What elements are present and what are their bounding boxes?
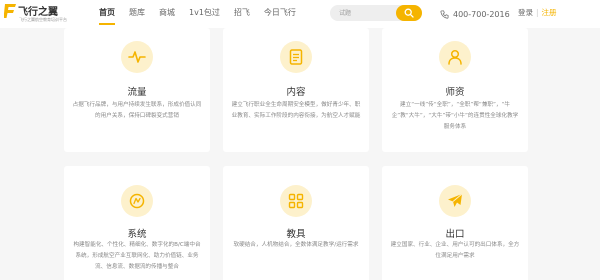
- icon-circle: [121, 41, 153, 73]
- login-link[interactable]: 登录: [518, 8, 533, 17]
- card-description: 建立国家、行业、企业、用户认可的出口体系，全方位满足用户需求: [390, 242, 520, 259]
- card-title: 教具: [286, 229, 306, 240]
- feature-card-teachers: 师资 建立“一线”传“全职”，“全职”帮“兼职”，“牛企”教“大牛”，“大牛”带…: [382, 28, 528, 152]
- icon-circle: [121, 185, 153, 217]
- search-box[interactable]: 试题: [330, 5, 422, 21]
- card-title: 系统: [127, 229, 147, 240]
- auth-separator: |: [536, 8, 539, 17]
- card-title: 流量: [127, 87, 147, 98]
- card-description: 建立飞行职业全生命周期安全模型，做好青少年、职业教育、实际工作阶段的内容衔接，为…: [231, 102, 361, 119]
- system-icon: [129, 193, 145, 209]
- search-icon: [404, 8, 414, 18]
- card-description: 建立“一线”传“全职”，“全职”帮“兼职”，“牛企”教“大牛”，“大牛”带“小牛…: [391, 102, 519, 130]
- feature-card-traffic: 流量 占据飞行品牌，与用户持续发生联系，形成价值认同的用户关系，保持口碑裂变式营…: [64, 28, 210, 152]
- nav-item-1v1[interactable]: 1v1包过: [182, 0, 227, 28]
- auth-links: 登录 | 注册: [518, 7, 557, 18]
- register-link[interactable]: 注册: [542, 8, 557, 17]
- nav-item-recruit[interactable]: 招飞: [227, 0, 257, 28]
- phone-number: 400-700-2016: [453, 9, 510, 19]
- feature-card-outlet: 出口 建立国家、行业、企业、用户认可的出口体系，全方位满足用户需求: [382, 166, 528, 280]
- grid-icon: [288, 193, 304, 209]
- logo-mark-icon: [4, 4, 16, 18]
- feature-card-content: 内容 建立飞行职业全生命周期安全模型，做好青少年、职业教育、实际工作阶段的内容衔…: [223, 28, 369, 152]
- brand-tagline: 飞行之翼航空教育培训平台: [19, 17, 67, 22]
- icon-circle: [280, 41, 312, 73]
- phone-icon: [440, 9, 449, 19]
- document-icon: [289, 49, 303, 65]
- icon-circle: [280, 185, 312, 217]
- phone-contact: 400-700-2016: [440, 7, 510, 21]
- logo[interactable]: 飞行之翼 飞行之翼航空教育培训平台: [4, 3, 80, 25]
- search-input[interactable]: 试题: [339, 8, 351, 17]
- top-header: 飞行之翼 飞行之翼航空教育培训平台 首页 题库 商城 1v1包过 招飞 今日飞行…: [0, 0, 600, 28]
- card-title: 师资: [445, 87, 465, 98]
- nav-item-mall[interactable]: 商城: [152, 0, 182, 28]
- nav-item-home[interactable]: 首页: [92, 0, 122, 28]
- card-title: 出口: [445, 229, 465, 240]
- card-description: 占据飞行品牌，与用户持续发生联系，形成价值认同的用户关系，保持口碑裂变式营销: [72, 102, 202, 119]
- card-description: 软硬结合，人机物结合，全数体满足教学/运行需求: [233, 242, 359, 248]
- brand-name: 飞行之翼: [18, 7, 58, 18]
- teacher-icon: [448, 49, 462, 65]
- feature-card-teaching-tools: 教具 软硬结合，人机物结合，全数体满足教学/运行需求: [223, 166, 369, 280]
- nav-item-today-flight[interactable]: 今日飞行: [257, 0, 303, 28]
- icon-circle: [439, 185, 471, 217]
- search-button[interactable]: [396, 5, 422, 21]
- icon-circle: [439, 41, 471, 73]
- card-title: 内容: [286, 87, 306, 98]
- plane-icon: [448, 193, 463, 207]
- feature-card-system: 系统 构建智能化、个性化、精细化、数字化的B/C端中台系统，形成航空产业互联网化…: [64, 166, 210, 280]
- card-description: 构建智能化、个性化、精细化、数字化的B/C端中台系统，形成航空产业互联网化、助力…: [73, 242, 201, 270]
- main-nav: 首页 题库 商城 1v1包过 招飞 今日飞行: [92, 0, 303, 28]
- pulse-icon: [128, 51, 146, 63]
- nav-item-question-bank[interactable]: 题库: [122, 0, 152, 28]
